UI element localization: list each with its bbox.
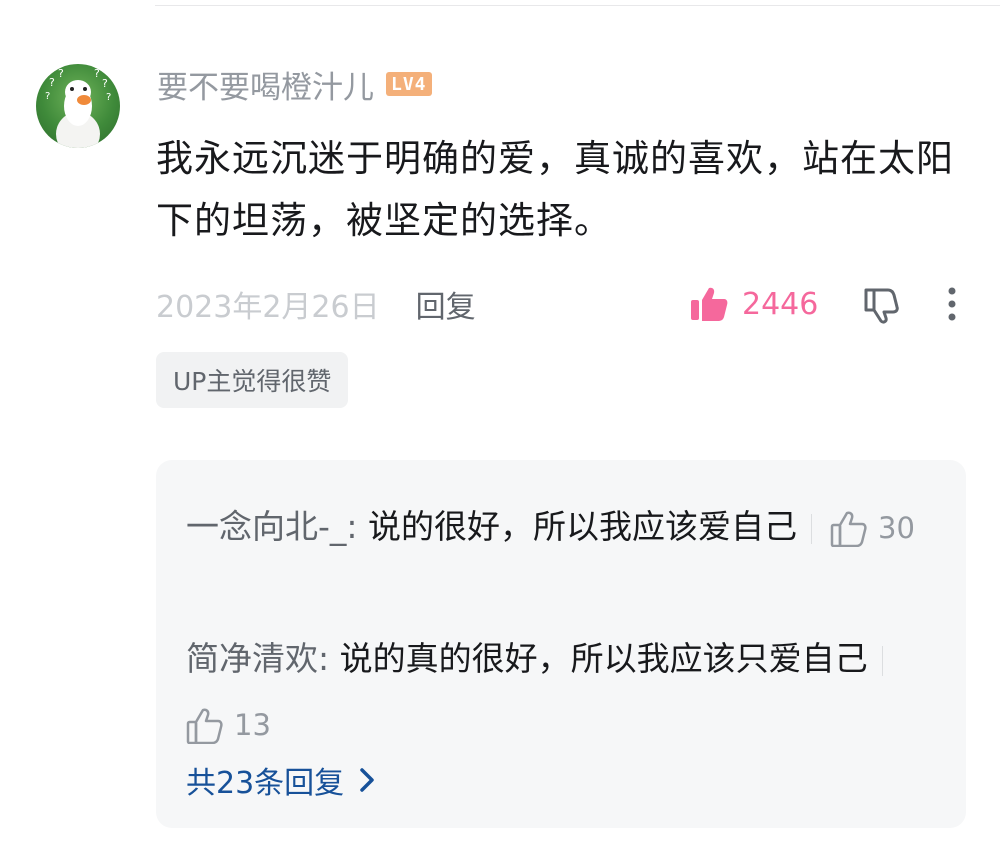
sub-reply[interactable]: 简净清欢: 说的真的很好，所以我应该只爱自己 13 <box>186 626 926 758</box>
level-badge: LV4 <box>386 72 432 96</box>
comment-username[interactable]: 要不要喝橙汁儿 <box>157 62 374 107</box>
comment-date: 2023年2月26日 <box>156 290 380 325</box>
svg-text:?: ? <box>106 92 111 103</box>
avatar[interactable]: ? ? ? ? ? ? <box>36 64 120 148</box>
thumbs-up-icon <box>186 708 223 744</box>
sub-reply-like-count: 30 <box>878 511 915 545</box>
comment-username-row: 要不要喝橙汁儿 LV4 <box>157 62 432 106</box>
comment-text: 我永远沉迷于明确的爱，真诚的喜欢，站在太阳下的坦荡，被坚定的选择。 <box>156 137 954 242</box>
divider <box>811 513 813 544</box>
dislike-button[interactable] <box>862 286 902 332</box>
sub-reply-like-button[interactable]: 30 <box>830 496 915 561</box>
more-options-button[interactable] <box>946 286 958 330</box>
up-liked-tag: UP主觉得很赞 <box>156 352 349 408</box>
vertical-dots-icon <box>948 287 956 321</box>
thumbs-up-icon <box>830 511 867 547</box>
thumbs-up-icon <box>691 287 728 321</box>
svg-text:?: ? <box>94 67 100 80</box>
view-all-replies-link[interactable]: 共23条回复 <box>186 758 376 802</box>
view-all-replies-label: 共23条回复 <box>186 766 345 801</box>
sub-reply-username[interactable]: 简净清欢 <box>186 639 318 678</box>
comment-meta-row: 2023年2月26日 回复 2446 <box>156 282 976 326</box>
svg-text:?: ? <box>102 77 108 90</box>
svg-text:?: ? <box>58 67 64 80</box>
divider <box>155 5 1000 6</box>
thumbs-down-icon <box>864 288 899 324</box>
sub-reply-text: 说的真的很好，所以我应该只爱自己 <box>339 639 868 678</box>
chevron-right-icon <box>360 768 374 792</box>
goose-avatar-icon: ? ? ? ? ? ? <box>45 67 111 148</box>
svg-text:?: ? <box>49 76 55 89</box>
sub-reply-text: 说的很好，所以我应该爱自己 <box>368 507 798 546</box>
comment-card: ? ? ? ? ? ? 要不要喝橙汁儿 LV4 我永远沉迷于明确的爱，真诚的喜欢… <box>0 0 1000 856</box>
svg-text:?: ? <box>45 91 50 102</box>
sub-reply[interactable]: 一念向北-_: 说的很好，所以我应该爱自己 30 <box>186 494 926 561</box>
divider <box>881 645 883 676</box>
sub-reply-colon: : <box>318 639 340 678</box>
sub-reply-like-count: 13 <box>234 708 271 742</box>
sub-reply-like-button[interactable]: 13 <box>186 693 271 758</box>
like-count: 2446 <box>742 286 819 322</box>
reply-button[interactable]: 回复 <box>416 282 476 326</box>
like-button[interactable]: 2446 <box>690 286 818 322</box>
sub-reply-colon: : <box>346 507 369 546</box>
sub-reply-username[interactable]: 一念向北-_ <box>186 507 346 546</box>
